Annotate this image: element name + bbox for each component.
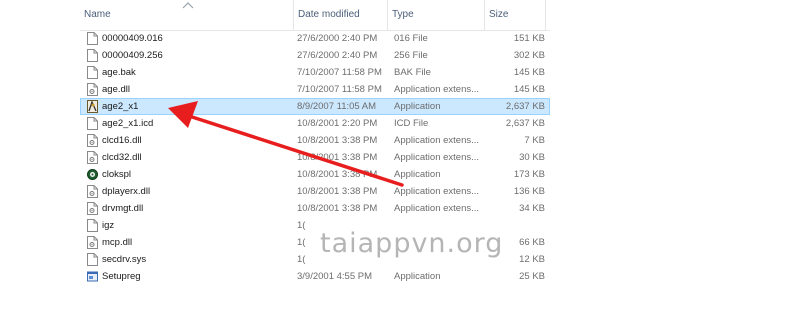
file-size: 25 KB [519,271,545,282]
column-header-bar: Name Date modified Type Size [80,0,550,31]
file-name: age.dll [102,84,130,95]
column-header-type-label: Type [392,9,414,20]
column-header-size-label: Size [489,9,509,20]
file-date: 27/6/2000 2:40 PM [297,50,378,61]
file-type: Application [394,169,441,180]
file-date: 27/6/2000 2:40 PM [297,33,378,44]
file-row[interactable]: 00000409.256 27/6/2000 2:40 PM 256 File 302… [80,47,550,64]
doc-icon [87,49,98,62]
file-type: Application extens... [394,186,480,197]
file-size: 2,637 KB [505,118,545,129]
file-type: 016 File [394,33,428,44]
file-type: Application [394,101,441,112]
file-type: Application extens... [394,135,480,146]
file-name: secdrv.sys [102,254,147,265]
setup-app-icon [87,270,98,283]
file-date: 10/8/2001 3:38 PM [297,152,378,163]
column-header-type[interactable]: Type [387,0,484,30]
column-header-size[interactable]: Size [484,0,545,30]
sort-ascending-icon [182,2,194,9]
dll-icon [87,151,98,164]
dll-icon [87,134,98,147]
file-date: 3/9/2001 4:55 PM [297,271,372,282]
age-app-icon [87,100,98,113]
file-row[interactable]: clcd32.dll 10/8/2001 3:38 PM Application e… [80,149,550,166]
file-name: 00000409.016 [102,33,163,44]
file-date: 10/8/2001 2:20 PM [297,118,378,129]
file-name: 00000409.256 [102,50,163,61]
file-size: 302 KB [513,50,545,61]
file-size: 145 KB [513,84,545,95]
doc-icon [87,66,98,79]
file-type: Application extens... [394,84,480,95]
watermark-text: taiappvn.org [320,228,504,259]
file-date: 10/8/2001 3:38 PM [297,135,378,146]
file-row[interactable]: Setupreg 3/9/2001 4:55 PM Application 25 KB [80,268,550,285]
file-row[interactable]: 00000409.016 27/6/2000 2:40 PM 016 File 151… [80,30,550,47]
file-type: ICD File [394,118,429,129]
file-size: 145 KB [513,67,545,78]
file-size: 30 KB [519,152,545,163]
file-date: 10/8/2001 3:38 PM [297,186,378,197]
column-header-date-label: Date modified [298,9,360,20]
file-size: 173 KB [513,169,545,180]
app-icon [87,168,98,181]
file-name: age2_x1 [102,101,139,112]
file-type: Application extens... [394,203,480,214]
file-name: mcp.dll [102,237,133,248]
dll-icon [87,236,98,249]
file-name: clokspl [102,169,132,180]
file-name: clcd32.dll [102,152,142,163]
file-size: 151 KB [513,33,545,44]
file-row[interactable]: dplayerx.dll 10/8/2001 3:38 PM Application… [80,183,550,200]
file-name: age.bak [102,67,136,78]
file-size: 2,637 KB [505,101,545,112]
file-size: 7 KB [524,135,545,146]
file-type: BAK File [394,67,431,78]
file-type: Application [394,271,441,282]
column-header-end [545,0,550,30]
column-header-name-label: Name [84,9,111,20]
file-row[interactable]: age.dll 7/10/2007 11:58 PM Application ext… [80,81,550,98]
file-name: clcd16.dll [102,135,142,146]
doc-icon [87,219,98,232]
file-type: Application extens... [394,152,480,163]
file-size: 34 KB [519,203,545,214]
file-row[interactable]: age.bak 7/10/2007 11:58 PM BAK File 145 KB [80,64,550,81]
doc-icon [87,117,98,130]
file-date: 10/8/2001 3:38 PM [297,203,378,214]
dll-icon [87,83,98,96]
file-type: 256 File [394,50,428,61]
file-row[interactable]: clokspl 10/8/2001 3:38 PM Application 173 K… [80,166,550,183]
file-name: Setupreg [102,271,141,282]
dll-icon [87,185,98,198]
file-name: drvmgt.dll [102,203,144,214]
file-date: 7/10/2007 11:58 PM [297,84,382,95]
file-row[interactable]: drvmgt.dll 10/8/2001 3:38 PM Application e… [80,200,550,217]
file-date: 8/9/2007 11:05 AM [297,101,377,112]
doc-icon [87,253,98,266]
file-row[interactable]: age2_x1.icd 10/8/2001 2:20 PM ICD File 2,63… [80,115,550,132]
file-row[interactable]: clcd16.dll 10/8/2001 3:38 PM Application e… [80,132,550,149]
file-date: 10/8/2001 3:38 PM [297,169,378,180]
doc-icon [87,32,98,45]
column-header-date[interactable]: Date modified [293,0,387,30]
file-date: 7/10/2007 11:58 PM [297,67,382,78]
file-size: 136 KB [513,186,545,197]
file-name: igz [102,220,115,231]
file-name: dplayerx.dll [102,186,151,197]
file-row-selected[interactable]: age2_x1 8/9/2007 11:05 AM Application 2,637… [80,98,550,115]
dll-icon [87,202,98,215]
file-name: age2_x1.icd [102,118,154,129]
